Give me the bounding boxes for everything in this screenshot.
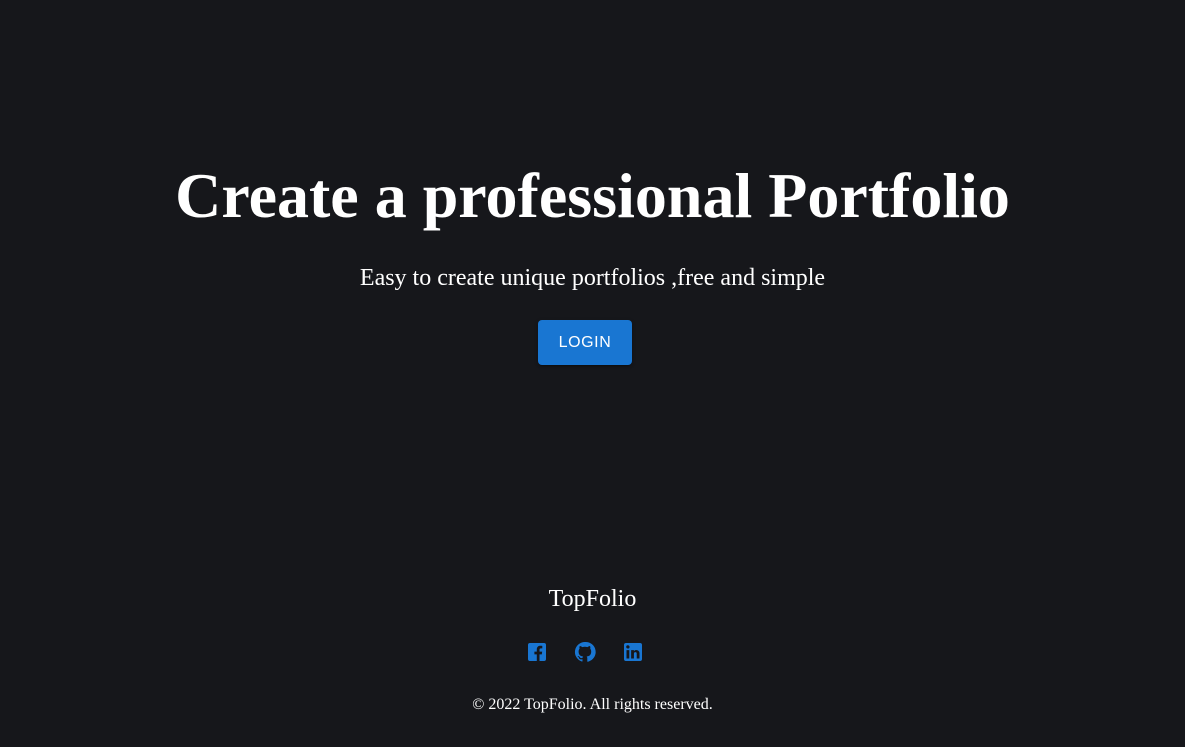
- linkedin-link[interactable]: [621, 640, 645, 664]
- social-links: [525, 640, 660, 664]
- facebook-link[interactable]: [525, 640, 549, 664]
- hero-subtitle: Easy to create unique portfolios ,free a…: [359, 265, 826, 291]
- facebook-icon: [528, 643, 546, 661]
- github-link[interactable]: [573, 640, 597, 664]
- hero-title: Create a professional Portfolio: [175, 160, 1010, 231]
- github-icon: [574, 641, 596, 662]
- copyright-text: © 2022 TopFolio. All rights reserved.: [472, 696, 713, 713]
- login-button[interactable]: LOGIN: [538, 320, 632, 365]
- linkedin-icon: [624, 643, 642, 661]
- footer-brand: TopFolio: [548, 586, 637, 612]
